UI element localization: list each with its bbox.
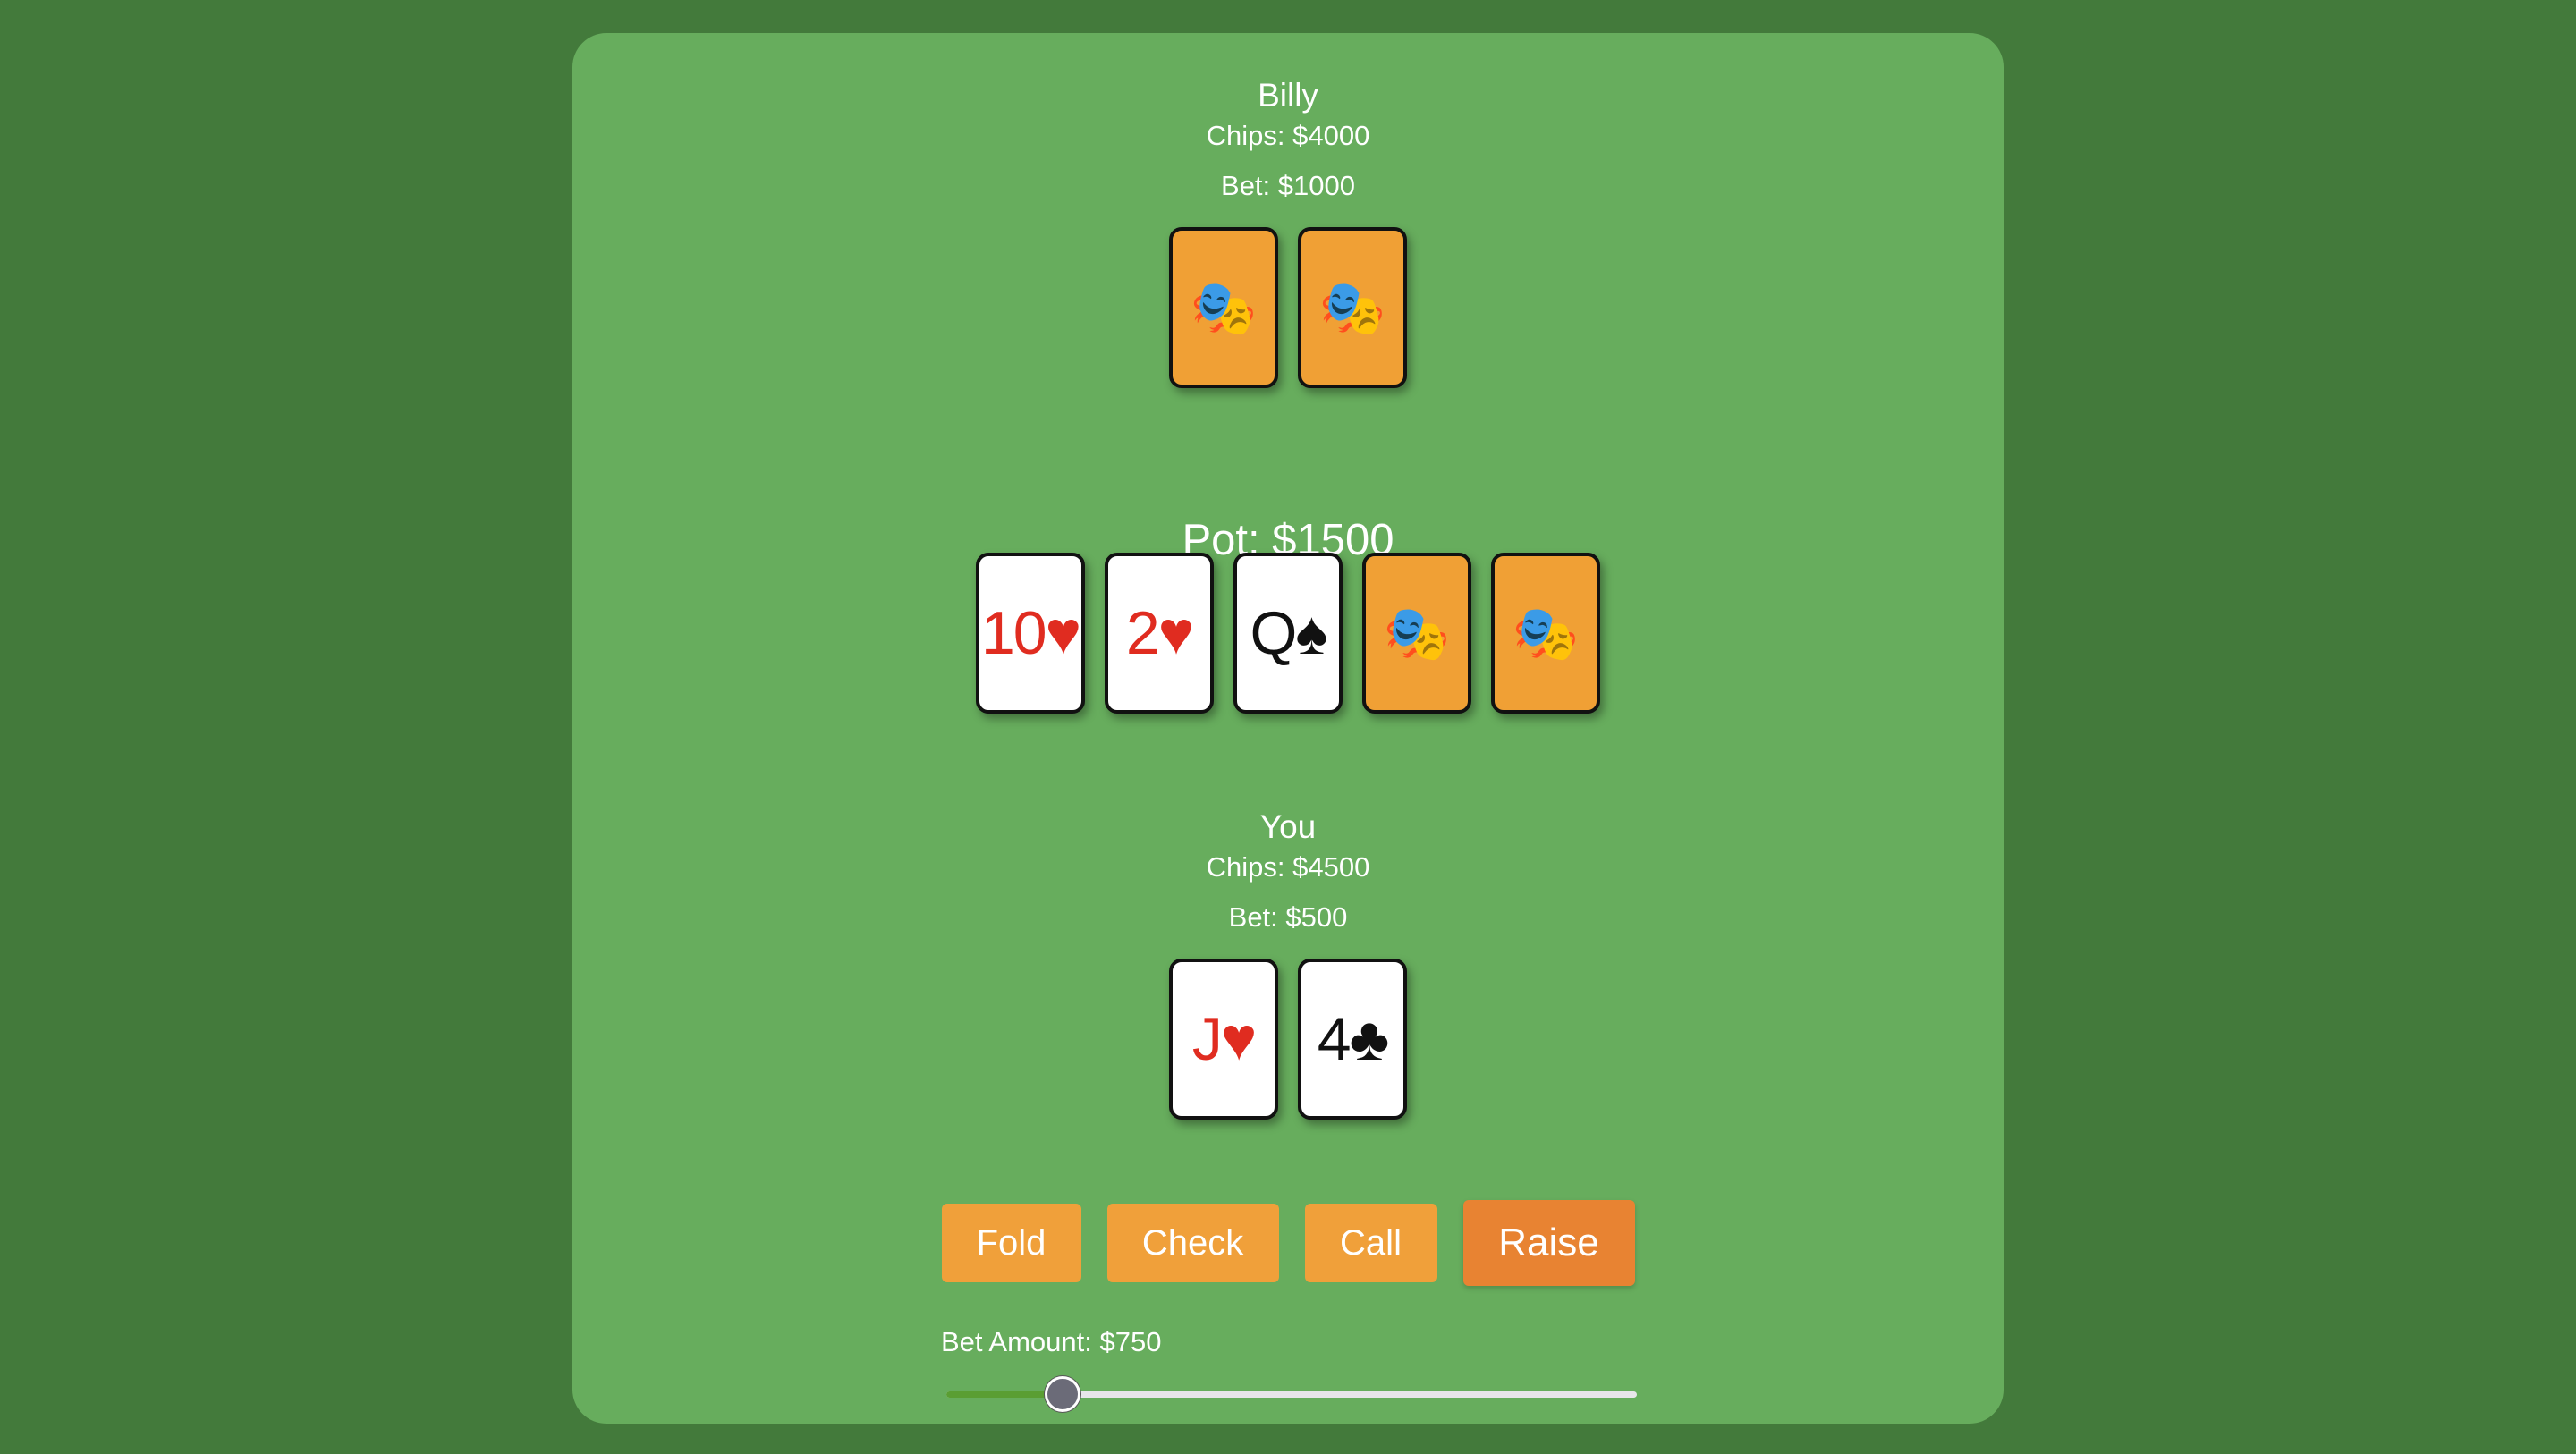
fold-button[interactable]: Fold	[941, 1204, 1081, 1282]
opponent-chips: Chips: $4000	[1206, 120, 1370, 151]
player-chips: Chips: $4500	[1206, 851, 1370, 883]
community-card-1: 10♥	[976, 553, 1085, 714]
check-button[interactable]: Check	[1106, 1204, 1279, 1282]
action-buttons: Fold Check Call Raise	[572, 1200, 2004, 1286]
player-info: You Chips: $4500 Bet: $500	[572, 807, 2004, 934]
player-bet: Bet: $500	[1228, 901, 1348, 933]
bet-amount-slider[interactable]	[946, 1374, 1637, 1414]
player-name: You	[1259, 808, 1317, 845]
bet-amount-label: Bet Amount: $750	[941, 1326, 1162, 1357]
opponent-hand: 🎭 🎭	[572, 227, 2004, 388]
community-card-5: 🎭	[1491, 553, 1600, 714]
call-button[interactable]: Call	[1304, 1204, 1437, 1282]
player-card-1: J♥	[1169, 959, 1278, 1120]
opponent-info: Billy Chips: $4000 Bet: $1000	[572, 76, 2004, 203]
card-back-mask-icon: 🎭	[1318, 277, 1386, 338]
opponent-card-1: 🎭	[1169, 227, 1278, 388]
opponent-bet: Bet: $1000	[1221, 170, 1355, 201]
slider-thumb[interactable]	[1044, 1376, 1080, 1412]
player-hand: J♥ 4♣	[572, 959, 2004, 1120]
community-card-2: 2♥	[1105, 553, 1214, 714]
card-back-mask-icon: 🎭	[1512, 603, 1580, 664]
opponent-card-2: 🎭	[1298, 227, 1407, 388]
poker-table: Billy Chips: $4000 Bet: $1000 🎭 🎭 Pot: $…	[572, 33, 2004, 1424]
raise-button[interactable]: Raise	[1462, 1200, 1635, 1286]
community-card-3: Q♠	[1233, 553, 1343, 714]
community-card-4: 🎭	[1362, 553, 1471, 714]
card-back-mask-icon: 🎭	[1190, 277, 1258, 338]
community-cards: 10♥ 2♥ Q♠ 🎭 🎭	[572, 553, 2004, 714]
opponent-name: Billy	[1258, 77, 1318, 114]
player-card-2: 4♣	[1298, 959, 1407, 1120]
card-back-mask-icon: 🎭	[1383, 603, 1451, 664]
